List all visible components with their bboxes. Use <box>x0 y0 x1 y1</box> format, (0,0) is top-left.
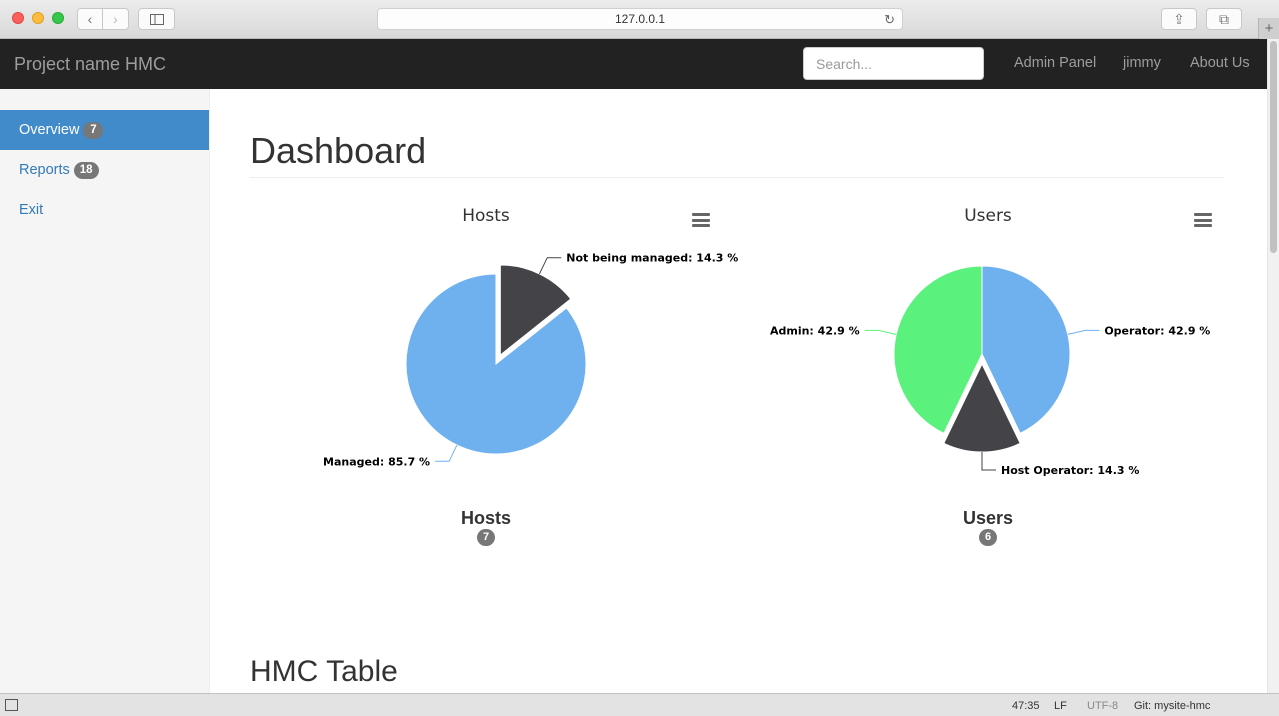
sidebar: Overview 7 Reports 18 Exit <box>0 89 210 693</box>
pie-connector <box>435 444 458 462</box>
chevron-left-icon: ‹ <box>87 11 93 27</box>
chevron-right-icon: › <box>113 11 118 27</box>
new-tab-button[interactable]: + <box>1258 18 1279 39</box>
back-button[interactable]: ‹ <box>77 8 103 30</box>
close-window-button[interactable] <box>12 12 24 24</box>
pie-label: Managed: 85.7 % <box>323 455 430 468</box>
search-input[interactable] <box>803 47 984 80</box>
brand-link[interactable]: Project name HMC <box>14 54 166 75</box>
sidebar-item-reports[interactable]: Reports 18 <box>0 150 209 190</box>
sidebar-item-label: Exit <box>19 202 44 218</box>
sidebar-item-overview[interactable]: Overview 7 <box>0 110 209 150</box>
show-tabs-button[interactable]: ⧉ <box>1206 8 1242 30</box>
section-title: HMC Table <box>250 655 398 688</box>
browser-toolbar: ‹ › 127.0.0.1 ↻ ⇪ ⧉ + <box>0 0 1279 39</box>
hosts-pie-chart: Not being managed: 14.3 % Managed: 85.7 % <box>323 252 738 469</box>
forward-button[interactable]: › <box>103 8 129 30</box>
url-text: 127.0.0.1 <box>614 12 666 26</box>
cursor-position[interactable]: 47:35 <box>1012 700 1040 712</box>
nav-user-jimmy[interactable]: jimmy <box>1123 55 1161 71</box>
zoom-window-button[interactable] <box>52 12 64 24</box>
count-badge: 7 <box>83 121 104 139</box>
users-count-badge: 6 <box>979 529 997 546</box>
count-badge: 18 <box>73 161 99 179</box>
hosts-stat-title: Hosts <box>460 508 511 528</box>
sidebar-toggle-button[interactable] <box>138 8 175 30</box>
pie-label: Host Operator: 14.3 % <box>1001 464 1139 477</box>
panel-toggle-icon[interactable] <box>5 699 18 711</box>
line-ending[interactable]: LF <box>1054 700 1067 712</box>
tabs-icon: ⧉ <box>1219 10 1229 27</box>
sidebar-item-label: Overview <box>19 122 80 138</box>
address-bar[interactable]: 127.0.0.1 ↻ <box>377 8 903 30</box>
sidebar-item-label: Reports <box>19 162 70 178</box>
reload-icon[interactable]: ↻ <box>884 12 895 28</box>
pie-connector <box>1067 329 1100 335</box>
share-icon: ⇪ <box>1173 10 1185 27</box>
users-pie-chart: Operator: 42.9 % Host Operator: 14.3 % Adm… <box>770 265 1210 477</box>
nav-about-us[interactable]: About Us <box>1190 55 1250 71</box>
status-bar: 47:35 LF UTF-8 Git: mysite-hmc <box>0 693 1279 716</box>
pie-connector <box>864 329 897 335</box>
nav-admin-panel[interactable]: Admin Panel <box>1014 55 1096 71</box>
main-content: Dashboard Hosts Not being managed: 14.3 … <box>210 89 1267 693</box>
pie-label: Not being managed: 14.3 % <box>566 252 738 265</box>
share-button[interactable]: ⇪ <box>1161 8 1197 30</box>
scrollbar-thumb[interactable] <box>1270 41 1277 253</box>
pie-connector <box>538 257 562 275</box>
pie-label: Operator: 42.9 % <box>1104 324 1210 337</box>
sidebar-item-exit[interactable]: Exit <box>0 190 209 230</box>
git-branch[interactable]: Git: mysite-hmc <box>1134 700 1210 712</box>
vertical-scrollbar[interactable] <box>1267 39 1279 693</box>
sidebar-icon <box>149 13 164 25</box>
plus-icon: + <box>1264 20 1274 37</box>
users-stat-title: Users <box>962 508 1014 528</box>
file-encoding[interactable]: UTF-8 <box>1087 700 1118 712</box>
top-navbar: Project name HMC Admin Panel jimmy About… <box>0 39 1267 89</box>
pie-connector <box>981 452 996 471</box>
minimize-window-button[interactable] <box>32 12 44 24</box>
pie-label: Admin: 42.9 % <box>770 324 860 337</box>
hosts-count-badge: 7 <box>477 529 495 546</box>
